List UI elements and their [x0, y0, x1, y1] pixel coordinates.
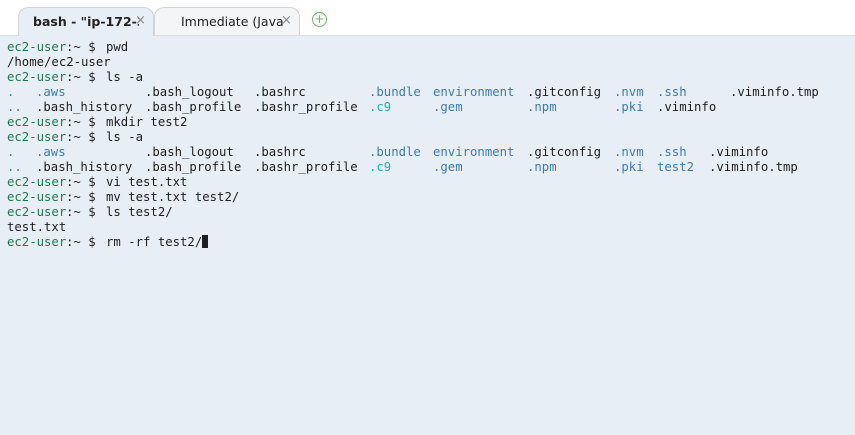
dir-entry: .gem	[433, 100, 463, 114]
file-entry: .bash_history	[36, 100, 133, 114]
command-text: vi test.txt	[106, 175, 188, 189]
ls-row: .. .bash_history .bash_profile .bashr_pr…	[7, 100, 847, 115]
prompt-user: ec2-user	[7, 175, 67, 189]
dir-entry: .c9	[369, 160, 392, 174]
terminal-input-line[interactable]: ec2-user:~ $ rm -rf test2/	[7, 235, 847, 250]
text-cursor	[202, 235, 209, 248]
terminal-line: test.txt	[7, 220, 847, 235]
add-tab-icon[interactable]: +	[312, 12, 327, 27]
dir-entry: .aws	[36, 85, 66, 99]
prompt-sep: :~ $	[66, 40, 96, 54]
tab-label: bash - "ip-172-31	[33, 14, 139, 29]
terminal-line: ec2-user:~ $ mv test.txt test2/	[7, 190, 847, 205]
command-text: ls test2/	[106, 205, 173, 219]
file-entry: .gitconfig	[527, 145, 602, 159]
dir-entry: ..	[7, 160, 22, 174]
file-entry: .viminfo.tmp	[730, 85, 819, 99]
prompt-sep: :~ $	[66, 70, 96, 84]
terminal-line: ec2-user:~ $ ls -a	[7, 70, 847, 85]
prompt-user: ec2-user	[7, 40, 67, 54]
file-entry: .viminfo	[709, 145, 769, 159]
dir-entry: .npm	[527, 100, 557, 114]
terminal-line: /home/ec2-user	[7, 55, 847, 70]
dir-entry: .bundle	[369, 85, 421, 99]
prompt-sep: :~ $	[66, 130, 96, 144]
tab-immediate[interactable]: Immediate (Java ×	[154, 7, 300, 35]
close-icon[interactable]: ×	[281, 13, 292, 29]
dir-entry: .	[7, 145, 15, 159]
file-entry: .gitconfig	[527, 85, 602, 99]
prompt-sep: :~ $	[66, 235, 96, 249]
prompt-user: ec2-user	[7, 70, 67, 84]
dir-entry: .c9	[369, 100, 392, 114]
dir-entry: test2	[657, 160, 695, 174]
tab-bar: bash - "ip-172-31 × Immediate (Java × +	[0, 0, 855, 36]
prompt-sep: :~ $	[66, 205, 96, 219]
dir-entry: .npm	[527, 160, 557, 174]
prompt-user: ec2-user	[7, 205, 67, 219]
prompt-user: ec2-user	[7, 190, 67, 204]
dir-entry: environment	[433, 145, 515, 159]
dir-entry: .nvm	[614, 145, 644, 159]
file-entry: .bash_logout	[145, 145, 234, 159]
command-text: pwd	[106, 40, 129, 54]
terminal-line: ec2-user:~ $ ls -a	[7, 130, 847, 145]
command-text: mkdir test2	[106, 115, 188, 129]
terminal-line: ec2-user:~ $ mkdir test2	[7, 115, 847, 130]
ls-row: . .aws .bash_logout .bashrc .bundle envi…	[7, 85, 847, 100]
dir-entry: .gem	[433, 160, 463, 174]
dir-entry: .ssh	[657, 85, 687, 99]
terminal-line: ec2-user:~ $ vi test.txt	[7, 175, 847, 190]
dir-entry: .aws	[36, 145, 66, 159]
file-entry: .viminfo	[657, 100, 717, 114]
file-entry: .bash_logout	[145, 85, 234, 99]
file-entry: .bash_profile	[145, 160, 242, 174]
command-text: rm -rf test2/	[106, 235, 203, 249]
prompt-user: ec2-user	[7, 235, 67, 249]
file-entry: .bashr_profile	[254, 100, 358, 114]
dir-entry: ..	[7, 100, 22, 114]
dir-entry: .	[7, 85, 15, 99]
output-text: /home/ec2-user	[7, 55, 111, 69]
terminal-line: ec2-user:~ $ pwd	[7, 40, 847, 55]
dir-entry: .ssh	[657, 145, 687, 159]
prompt-user: ec2-user	[7, 130, 67, 144]
tab-label: Immediate (Java	[181, 14, 284, 29]
command-text: mv test.txt test2/	[106, 190, 240, 204]
dir-entry: .pki	[614, 100, 644, 114]
command-text: ls -a	[106, 70, 144, 84]
file-entry: .bashrc	[254, 85, 306, 99]
output-text: test.txt	[7, 220, 67, 234]
terminal-output[interactable]: ec2-user:~ $ pwd /home/ec2-user ec2-user:…	[7, 40, 847, 430]
file-entry: .bashrc	[254, 145, 306, 159]
command-input[interactable]: rm -rf test2/	[106, 235, 209, 250]
prompt-sep: :~ $	[66, 115, 96, 129]
prompt-sep: :~ $	[66, 190, 96, 204]
close-icon[interactable]: ×	[135, 13, 146, 29]
prompt-user: ec2-user	[7, 115, 67, 129]
tab-bash[interactable]: bash - "ip-172-31 ×	[18, 7, 154, 36]
ls-row: . .aws .bash_logout .bashrc .bundle envi…	[7, 145, 847, 160]
command-text: ls -a	[106, 130, 144, 144]
file-entry: .bashr_profile	[254, 160, 358, 174]
ls-row: .. .bash_history .bash_profile .bashr_pr…	[7, 160, 847, 175]
dir-entry: .nvm	[614, 85, 644, 99]
file-entry: .bash_profile	[145, 100, 242, 114]
prompt-sep: :~ $	[66, 175, 96, 189]
file-entry: .viminfo.tmp	[709, 160, 798, 174]
dir-entry: .bundle	[369, 145, 421, 159]
file-entry: .bash_history	[36, 160, 133, 174]
dir-entry: environment	[433, 85, 515, 99]
terminal-line: ec2-user:~ $ ls test2/	[7, 205, 847, 220]
dir-entry: .pki	[614, 160, 644, 174]
